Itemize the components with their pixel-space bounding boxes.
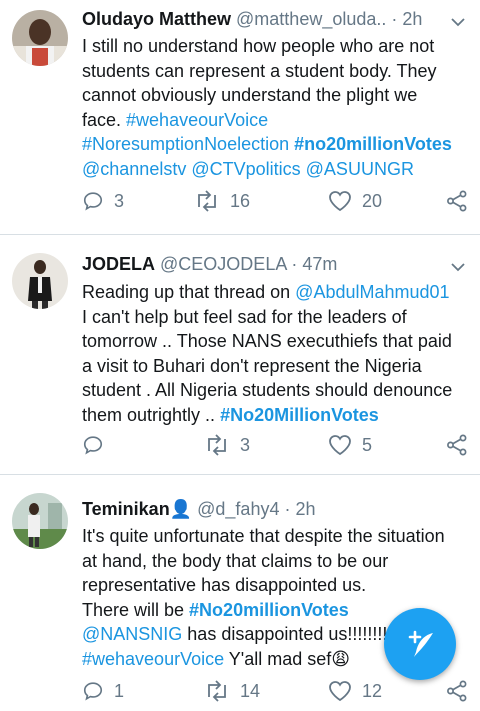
tweet-2[interactable]: JODELA @CEOJODELA · 47m Reading up that … <box>0 235 480 474</box>
retweet-button[interactable]: 16 <box>194 190 250 212</box>
retweet-button[interactable]: 3 <box>204 434 250 456</box>
retweet-count: 16 <box>230 190 251 211</box>
tweet-text-run: has disappointed us!!!!!!!! <box>182 624 388 644</box>
avatar[interactable] <box>12 493 68 549</box>
mention-link[interactable]: @ASUUNGR <box>306 159 414 179</box>
retweet-icon <box>208 680 226 702</box>
like-count: 20 <box>362 190 383 211</box>
tweet-line: students can represent a student body. T… <box>82 59 472 84</box>
tweet-text-run: a visit to Buhari don't represent the Ni… <box>82 355 422 376</box>
chevron-down-icon[interactable] <box>450 14 466 30</box>
tweet-text: I still no understand how people who are… <box>82 34 472 181</box>
retweet-count: 14 <box>240 680 261 701</box>
heart-icon <box>329 681 351 702</box>
hashtag-link[interactable]: #No20millionVotes <box>189 600 349 620</box>
share-icon <box>447 434 467 456</box>
tweet-text-run: at hand, the body that claims to be our <box>82 550 389 571</box>
mention-link[interactable]: @CTVpolitics <box>191 159 300 179</box>
tweet-line: I still no understand how people who are… <box>82 34 472 59</box>
tweet-line: cannot obviously understand the plight w… <box>82 83 472 108</box>
mention-link[interactable]: @AbdulMahmud01 <box>295 282 449 302</box>
compose-tweet-button[interactable] <box>384 608 456 680</box>
retweet-icon <box>208 434 226 456</box>
share-button[interactable] <box>446 190 468 212</box>
tweet-text-run: representative has disappointed us. <box>82 575 367 595</box>
tweet-line: at hand, the body that claims to be our <box>82 549 472 574</box>
reply-icon <box>83 192 103 211</box>
tweet-text-run: student . All Nigeria students should de… <box>82 380 453 400</box>
author-name[interactable]: JODELA <box>82 254 155 274</box>
tweet-line: face. #wehaveourVoice <box>82 108 472 133</box>
tweet-text-run: students can represent a student body. T… <box>82 60 437 81</box>
like-count: 5 <box>362 434 373 455</box>
hashtag-link[interactable]: #no20millionVotes <box>294 134 452 154</box>
author-handle[interactable]: @d_fahy4 <box>197 499 279 519</box>
tweet-time: · 2h <box>284 499 316 519</box>
tweet-text-run: them outrightly .. <box>82 404 221 425</box>
tweet-text-run: I can't help but feel sad for the leader… <box>82 306 407 327</box>
retweet-icon <box>198 190 216 212</box>
user-emoji: 👤 <box>169 499 193 519</box>
mention-link[interactable]: @NANSNIG <box>82 624 182 644</box>
chevron-down-icon[interactable] <box>450 259 466 275</box>
hashtag-link[interactable]: #NoresumptionNoelection <box>82 134 289 154</box>
tweet-1[interactable]: Oludayo Matthew @matthew_oluda.. · 2h I … <box>0 0 480 234</box>
tweet-text-run: Y'all mad sef😩 <box>224 648 351 669</box>
tweet-line: representative has disappointed us. <box>82 573 472 598</box>
mention-link[interactable]: @channelstv <box>82 159 186 179</box>
tweet-time: · 2h <box>391 9 423 29</box>
tweet-line: a visit to Buhari don't represent the Ni… <box>82 354 472 379</box>
hashtag-link[interactable]: #wehaveourVoice <box>82 649 224 669</box>
reply-button[interactable]: 3 <box>82 190 124 212</box>
author-handle[interactable]: @matthew_oluda.. <box>236 9 386 29</box>
heart-icon <box>329 435 351 456</box>
tweet-line: @channelstv @CTVpolitics @ASUUNGR <box>82 157 472 182</box>
hashtag-link[interactable]: #No20MillionVotes <box>220 405 379 425</box>
compose-tweet-icon <box>408 630 433 657</box>
like-button[interactable]: 12 <box>328 680 382 702</box>
tweet-line: student . All Nigeria students should de… <box>82 378 472 403</box>
tweet-line: tomorrow .. Those NANS executhiefs that … <box>82 329 472 354</box>
tweet-text-run: It's quite unfortunate that despite the … <box>82 526 445 546</box>
tweet-text-run: I still no understand how people who are… <box>82 36 435 56</box>
tweet-line: I can't help but feel sad for the leader… <box>82 305 472 330</box>
tweet-text-run: cannot obviously understand the plight w… <box>82 85 418 105</box>
reply-button[interactable]: 1 <box>82 680 124 702</box>
reply-icon <box>83 436 103 455</box>
reply-icon <box>83 682 103 701</box>
tweet-time: · 47m <box>291 254 338 274</box>
tweet-line: #NoresumptionNoelection #no20millionVote… <box>82 132 472 157</box>
share-button[interactable] <box>446 434 468 456</box>
retweet-button[interactable]: 14 <box>204 680 260 702</box>
like-count: 12 <box>362 680 383 701</box>
like-button[interactable]: 5 <box>328 434 372 456</box>
tweet-text-run: There will be <box>82 599 190 620</box>
reply-button[interactable] <box>82 434 114 456</box>
tweet-text-run: tomorrow .. Those NANS executhiefs that … <box>82 331 452 351</box>
share-icon <box>447 680 467 702</box>
tweet-line: them outrightly .. #No20MillionVotes <box>82 403 472 428</box>
share-icon <box>447 190 467 212</box>
like-button[interactable]: 20 <box>328 190 382 212</box>
share-button[interactable] <box>446 680 468 702</box>
author-name[interactable]: Oludayo Matthew <box>82 9 231 29</box>
avatar[interactable] <box>12 253 68 309</box>
tweet-text: Reading up that thread on @AbdulMahmud01… <box>82 280 472 427</box>
reply-count: 3 <box>114 190 125 211</box>
avatar[interactable] <box>12 10 68 66</box>
reply-count: 1 <box>114 680 125 701</box>
tweet-text-run: Reading up that thread on <box>82 282 296 302</box>
tweet-line: Reading up that thread on @AbdulMahmud01 <box>82 280 472 305</box>
hashtag-link[interactable]: #wehaveourVoice <box>126 110 268 130</box>
author-name[interactable]: Teminikan <box>82 499 170 519</box>
tweet-text-run: face. <box>82 109 127 130</box>
tweet-line: It's quite unfortunate that despite the … <box>82 524 472 549</box>
author-handle[interactable]: @CEOJODELA <box>160 254 286 274</box>
retweet-count: 3 <box>240 434 251 455</box>
heart-icon <box>329 191 351 212</box>
